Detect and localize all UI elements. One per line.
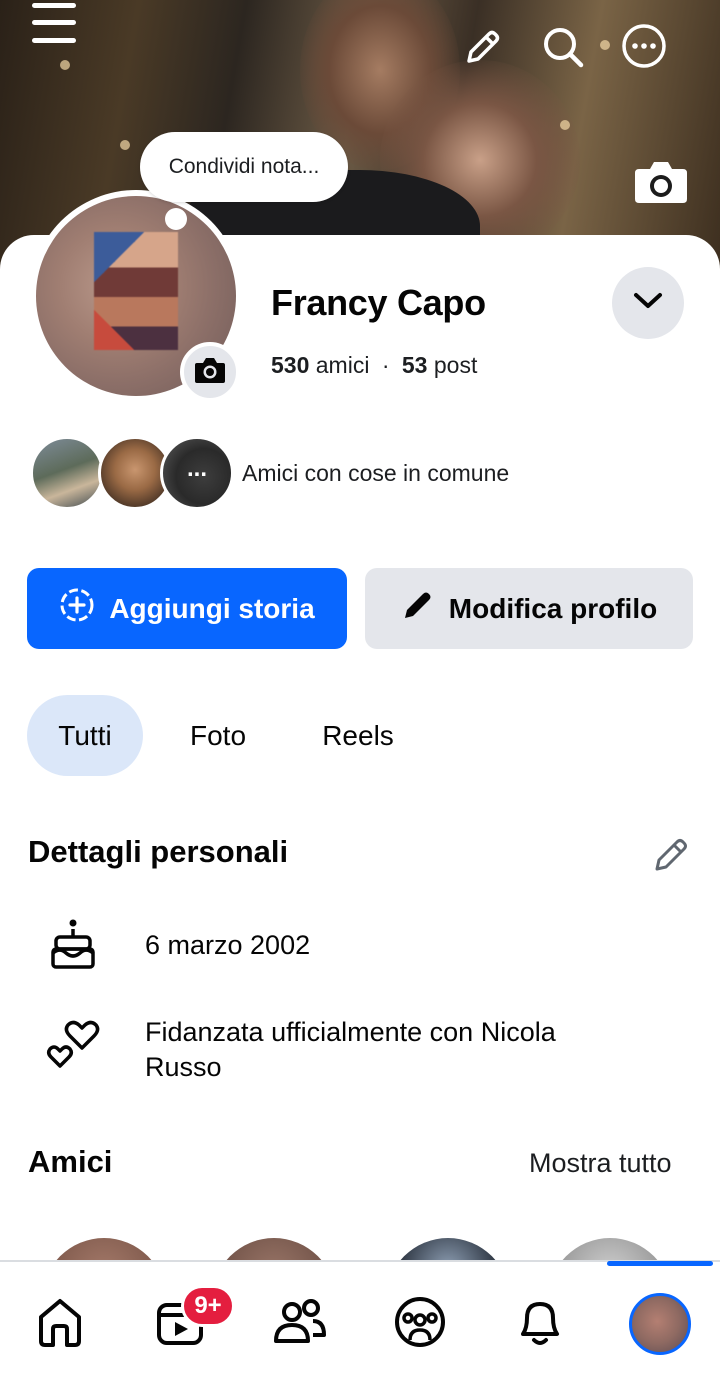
friends-section-title: Amici: [28, 1144, 113, 1179]
groups-icon: [392, 1294, 448, 1355]
share-note-bubble[interactable]: Condividi nota...: [140, 132, 348, 202]
relationship-line-2: Russo: [145, 1052, 222, 1082]
birthday-cake-icon: [44, 914, 102, 974]
bottom-navigation: [0, 1260, 720, 1386]
nav-notifications[interactable]: [480, 1262, 600, 1386]
posts-label: post: [433, 352, 478, 378]
mutual-avatar-1[interactable]: [30, 436, 104, 510]
nav-friends[interactable]: [240, 1262, 360, 1386]
tab-foto[interactable]: Foto: [170, 695, 266, 776]
tab-tutti[interactable]: Tutti: [27, 695, 143, 776]
edit-details-pencil-icon[interactable]: [648, 832, 694, 878]
chevron-down-icon: [632, 291, 664, 316]
active-tab-indicator: [607, 1261, 713, 1266]
relationship-text[interactable]: Fidanzata ufficialmente con Nicola Russo: [145, 1015, 556, 1085]
see-all-friends-link[interactable]: Mostra tutto: [529, 1148, 672, 1179]
camera-icon: [193, 356, 227, 389]
stats-separator: ·: [381, 352, 390, 378]
relationship-hearts-icon: [44, 1016, 104, 1072]
note-bubble-tail: [165, 208, 187, 230]
posts-count: 53: [401, 352, 428, 378]
personal-details-title: Dettagli personali: [28, 834, 289, 869]
home-icon: [33, 1295, 87, 1354]
profile-name: Francy Capo: [271, 282, 486, 323]
profile-stats: 530 amici · 53 post: [271, 352, 477, 379]
more-mutual-indicator: ...: [186, 455, 207, 482]
cover-camera-icon[interactable]: [632, 152, 690, 210]
tab-label: Tutti: [58, 719, 112, 751]
video-notification-badge: 9+: [181, 1285, 235, 1327]
search-icon[interactable]: [538, 22, 588, 72]
profile-avatar-small: [629, 1293, 691, 1355]
more-horizontal-icon[interactable]: [618, 20, 670, 72]
bell-icon: [513, 1294, 567, 1355]
friends-icon: [271, 1295, 329, 1354]
pencil-icon: [401, 588, 435, 629]
edit-profile-label: Modifica profilo: [448, 592, 658, 624]
mutual-friends-text[interactable]: Amici con cose in comune: [242, 460, 509, 487]
mutual-avatar-3[interactable]: ...: [160, 436, 234, 510]
edit-profile-button[interactable]: Modifica profilo: [365, 568, 693, 649]
add-story-label: Aggiungi storia: [109, 592, 315, 624]
friends-label[interactable]: amici: [316, 352, 370, 378]
note-placeholder: Condividi nota...: [168, 155, 320, 178]
nav-home[interactable]: [0, 1262, 120, 1386]
add-story-button[interactable]: Aggiungi storia: [27, 568, 347, 649]
pencil-icon[interactable]: [458, 24, 506, 72]
nav-groups[interactable]: [360, 1262, 480, 1386]
tab-label: Foto: [189, 719, 247, 751]
avatar-camera-button[interactable]: [180, 342, 240, 402]
friends-count[interactable]: 530: [271, 352, 309, 378]
tab-label: Reels: [322, 719, 394, 751]
hamburger-icon[interactable]: [26, 0, 82, 48]
nav-profile[interactable]: [600, 1262, 720, 1386]
birthday-text: 6 marzo 2002: [145, 930, 311, 960]
profile-dropdown-button[interactable]: [612, 267, 684, 339]
tab-reels[interactable]: Reels: [305, 695, 411, 776]
add-story-icon: [59, 587, 95, 630]
relationship-line-1: Fidanzata ufficialmente con Nicola: [145, 1017, 556, 1047]
